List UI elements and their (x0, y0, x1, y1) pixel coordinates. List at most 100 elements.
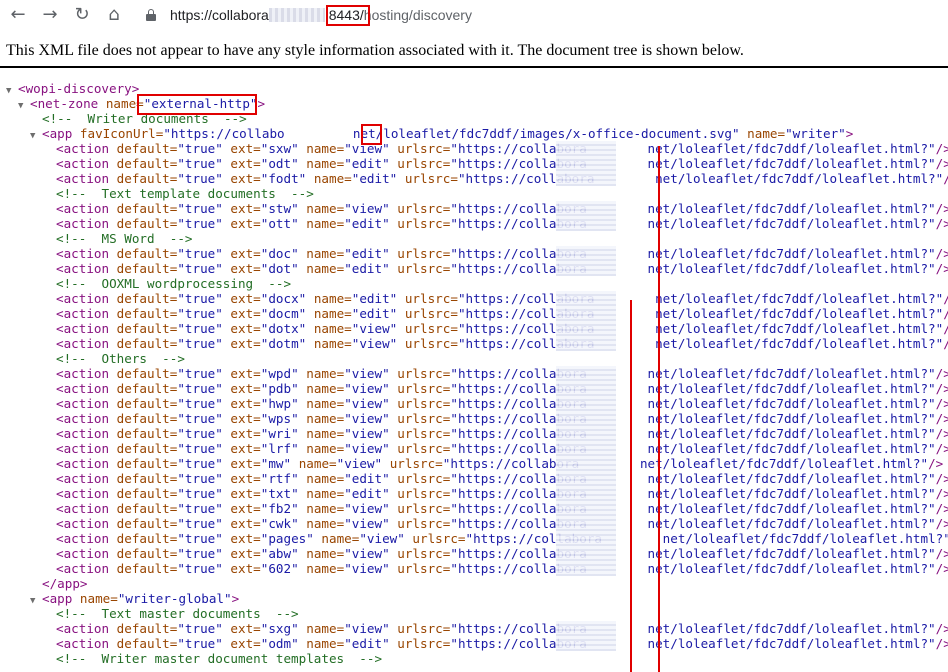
attr-name: ext= (222, 366, 261, 381)
tag-close: /> (935, 366, 948, 381)
url-path: hosting/discovery (363, 7, 472, 23)
action-tag: <action (56, 336, 117, 351)
attr-name: ext= (222, 306, 261, 321)
attr-value: "true" (177, 336, 223, 351)
attr-name: ext= (222, 561, 261, 576)
attr-name: urlsrc= (389, 546, 451, 561)
browser-toolbar: ← → ↻ ⌂ https://collabora:8443/hosting/d… (0, 0, 948, 31)
tag-close: /> (935, 396, 948, 411)
attr-value: "602" (260, 561, 299, 576)
attr-value: net/loleaflet/fdc7ddf/loleaflet.html?" (662, 531, 948, 546)
attr-value: "ott" (260, 216, 299, 231)
action-tag: <action (56, 321, 117, 336)
attr-value: "sxg" (260, 621, 299, 636)
attr-value: net/loleaflet/fdc7ddf/loleaflet.html?" (647, 141, 936, 156)
attr-value: "https://collabora (450, 561, 587, 576)
attr-name: name= (298, 501, 345, 516)
back-arrow-icon[interactable]: ← (8, 5, 28, 25)
xml-action-line: <action default="true" ext="abw" name="v… (56, 546, 948, 561)
attr-value: net/loleaflet/fdc7ddf/loleaflet.html?" (647, 516, 936, 531)
xml-action-line: <action default="true" ext="pdb" name="v… (56, 381, 948, 396)
attr-value: "https://collabora (450, 501, 587, 516)
attr-value: "https://collabora (450, 381, 587, 396)
attr-value: net/loleaflet/fdc7ddf/loleaflet.html?" (655, 321, 944, 336)
attr-value: "edit" (351, 291, 398, 306)
attr-value: "true" (177, 171, 223, 186)
attr-value: "view" (351, 336, 398, 351)
attr-value: "cwk" (260, 516, 299, 531)
attr-name: urlsrc= (389, 516, 451, 531)
home-icon[interactable]: ⌂ (104, 5, 124, 25)
attr-value: "writer-global" (117, 591, 232, 606)
xml-app-open[interactable]: ▼ <app favIconUrl="https://collabo net/lo… (30, 126, 853, 141)
attr-name: ext= (222, 216, 261, 231)
xml-root-open[interactable]: ▼ <wopi-discovery> (6, 81, 139, 96)
attr-value: "docm" (260, 306, 307, 321)
attr-name: ext= (222, 261, 261, 276)
attr-name: name= (306, 321, 352, 336)
action-tag: <action (56, 156, 117, 171)
attr-value: "view" (344, 441, 390, 456)
xml-comment: <!-- Text master documents --> (56, 606, 299, 621)
attr-name: default= (116, 426, 178, 441)
attr-value: net/loleaflet/fdc7ddf/loleaflet.html?" (647, 561, 936, 576)
xml-action-line: <action default="true" ext="lrf" name="v… (56, 441, 948, 456)
action-tag: <action (56, 471, 117, 486)
lock-icon (146, 9, 156, 21)
attr-value: "view" (344, 141, 390, 156)
action-tag: <action (56, 561, 117, 576)
attr-value: "view" (344, 396, 390, 411)
xml-action-line: <action default="true" ext="mw" name="vi… (56, 456, 943, 471)
attr-value: "true" (177, 546, 223, 561)
attr-value: "https://collabo (163, 126, 285, 141)
tag-close: /> (943, 336, 948, 351)
attr-name: default= (116, 171, 178, 186)
attr-value: "https://collabora (450, 216, 587, 231)
attr-value: "wri" (260, 426, 299, 441)
address-bar[interactable]: https://collabora:8443/hosting/discovery (170, 4, 472, 26)
attr-name: urlsrc= (397, 306, 458, 321)
reload-icon[interactable]: ↻ (72, 5, 92, 25)
attr-value: "true" (177, 261, 223, 276)
attr-name: default= (116, 246, 178, 261)
collapse-triangle-icon[interactable]: ▼ (18, 99, 30, 114)
tag-close: /> (935, 216, 948, 231)
collapse-triangle-icon[interactable]: ▼ (30, 594, 42, 609)
attr-name: urlsrc= (389, 156, 451, 171)
xml-netzone-open[interactable]: ▼ <net-zone name="external-http"> (18, 96, 265, 111)
collapse-triangle-icon[interactable]: ▼ (30, 129, 42, 144)
attr-name: ext= (222, 471, 261, 486)
attr-value: "https://collabora (450, 426, 587, 441)
attr-name: name= (298, 156, 345, 171)
attr-value: net/loleaflet/fdc7ddf/loleaflet.html?" (647, 501, 936, 516)
attr-name: default= (116, 471, 178, 486)
attr-name: ext= (222, 246, 261, 261)
tag-close: /> (928, 456, 944, 471)
collapse-triangle-icon[interactable]: ▼ (6, 84, 18, 99)
attr-value: "true" (177, 456, 223, 471)
attr-name: name= (298, 246, 345, 261)
attr-value: net/loleaflet/fdc7ddf/loleaflet.html?" (647, 261, 936, 276)
xml-comment: <!-- Others --> (56, 351, 185, 366)
attr-name: name= (298, 201, 345, 216)
attr-value: net/loleaflet/fdc7ddf/loleaflet.html?" (647, 246, 936, 261)
forward-arrow-icon[interactable]: → (40, 5, 60, 25)
redacted-gap (587, 366, 648, 381)
attr-value: "view" (351, 321, 398, 336)
attr-name: default= (116, 516, 178, 531)
tag-close: /> (935, 516, 948, 531)
attr-name: default= (116, 486, 178, 501)
attr-name: default= (116, 636, 178, 651)
attr-name: name= (298, 261, 345, 276)
redacted-gap (602, 531, 663, 546)
attr-value: "true" (177, 291, 223, 306)
xml-comment: <!-- Writer documents --> (42, 111, 247, 126)
attr-value: "docx" (260, 291, 307, 306)
action-tag: <action (56, 141, 117, 156)
redacted-gap (587, 216, 648, 231)
attr-value: "view" (344, 501, 390, 516)
xml-app-open[interactable]: ▼ <app name="writer-global"> (30, 591, 239, 606)
netzone-tag: <net-zone (30, 96, 106, 111)
redacted-gap (587, 501, 648, 516)
tag-close: > (231, 591, 240, 606)
